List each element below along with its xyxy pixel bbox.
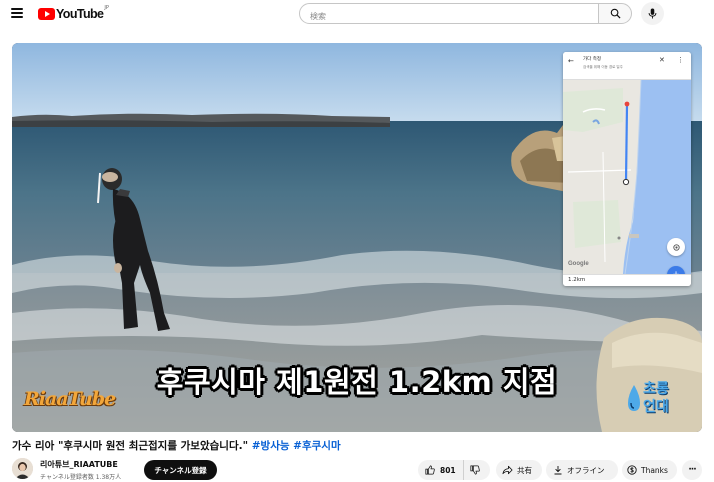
channel-watermark: 초롱 언대 [624, 377, 680, 423]
back-arrow-icon: ← [568, 57, 574, 65]
super-thanks-icon [627, 465, 637, 475]
map-subtitle: 검색을 위해 이동 경로 일주 [583, 65, 623, 69]
logo-region: JP [104, 5, 109, 11]
microphone-icon [648, 8, 657, 19]
logo-wordmark: YouTube [56, 7, 104, 21]
subscribe-button[interactable]: チャンネル登録 [144, 460, 217, 480]
map-distance: 1.2km [568, 277, 586, 283]
youtube-play-icon [38, 8, 55, 20]
close-icon: ✕ [659, 56, 665, 64]
more-vert-icon: ⋮ [677, 56, 684, 64]
watermark-line-2: 언대 [643, 399, 669, 415]
video-player[interactable]: ← 가다 측정 검색을 위해 이동 경로 일주 ✕ ⋮ Google + 1.2… [12, 43, 702, 432]
channel-avatar[interactable] [12, 458, 33, 479]
menu-icon[interactable] [11, 8, 23, 18]
hashtag-links[interactable]: #방사능 #후쿠시마 [252, 440, 341, 452]
search-box [299, 3, 599, 26]
map-title: 가다 측정 [583, 57, 601, 62]
like-dislike-group: 801 [418, 460, 490, 480]
map-header: ← 가다 측정 검색을 위해 이동 경로 일주 ✕ ⋮ [563, 52, 691, 80]
search-icon [610, 8, 621, 19]
youtube-logo[interactable]: YouTube JP [38, 5, 109, 22]
video-caption: 후쿠시마 제1원전 1.2km 지점 [156, 365, 558, 399]
my-location-icon [667, 238, 685, 256]
video-title-text: 가수 리아 "후쿠시마 원전 최근접지를 가보았습니다." [12, 440, 249, 452]
more-actions-button[interactable]: ··· [682, 460, 702, 480]
search-input[interactable] [300, 7, 598, 26]
more-horiz-icon: ··· [688, 465, 696, 475]
like-count: 801 [440, 465, 456, 475]
download-label: オフライン [567, 465, 605, 475]
download-button[interactable]: オフライン [546, 460, 618, 480]
map-footer: 1.2km [563, 274, 691, 286]
thanks-label: Thanks [641, 465, 668, 475]
thumbs-down-icon [470, 465, 480, 475]
search-button[interactable] [598, 3, 632, 24]
masthead: YouTube JP [0, 0, 714, 28]
share-button[interactable]: 共有 [496, 460, 542, 480]
download-icon [554, 466, 562, 475]
dislike-button[interactable] [464, 460, 480, 480]
thumbs-up-icon [425, 465, 435, 475]
subscriber-count: チャンネル登録者数 1.38万人 [40, 474, 122, 481]
share-label: 共有 [517, 465, 532, 475]
video-title: 가수 리아 "후쿠시마 원전 최근접지를 가보았습니다." #방사능 #후쿠시마 [12, 438, 341, 453]
map-overlay: ← 가다 측정 검색을 위해 이동 경로 일주 ✕ ⋮ Google + 1.2… [563, 52, 691, 286]
watermark-line-1: 초롱 [643, 381, 669, 397]
like-button[interactable]: 801 [418, 460, 464, 480]
voice-search-button[interactable] [641, 2, 664, 25]
riaatube-watermark: RiaaTube [24, 388, 116, 410]
thanks-button[interactable]: Thanks [622, 460, 677, 480]
drop-icon [628, 385, 640, 411]
google-watermark: Google [568, 261, 589, 267]
channel-name[interactable]: 리아튜브_RIAATUBE [40, 459, 118, 470]
share-icon [502, 465, 513, 475]
